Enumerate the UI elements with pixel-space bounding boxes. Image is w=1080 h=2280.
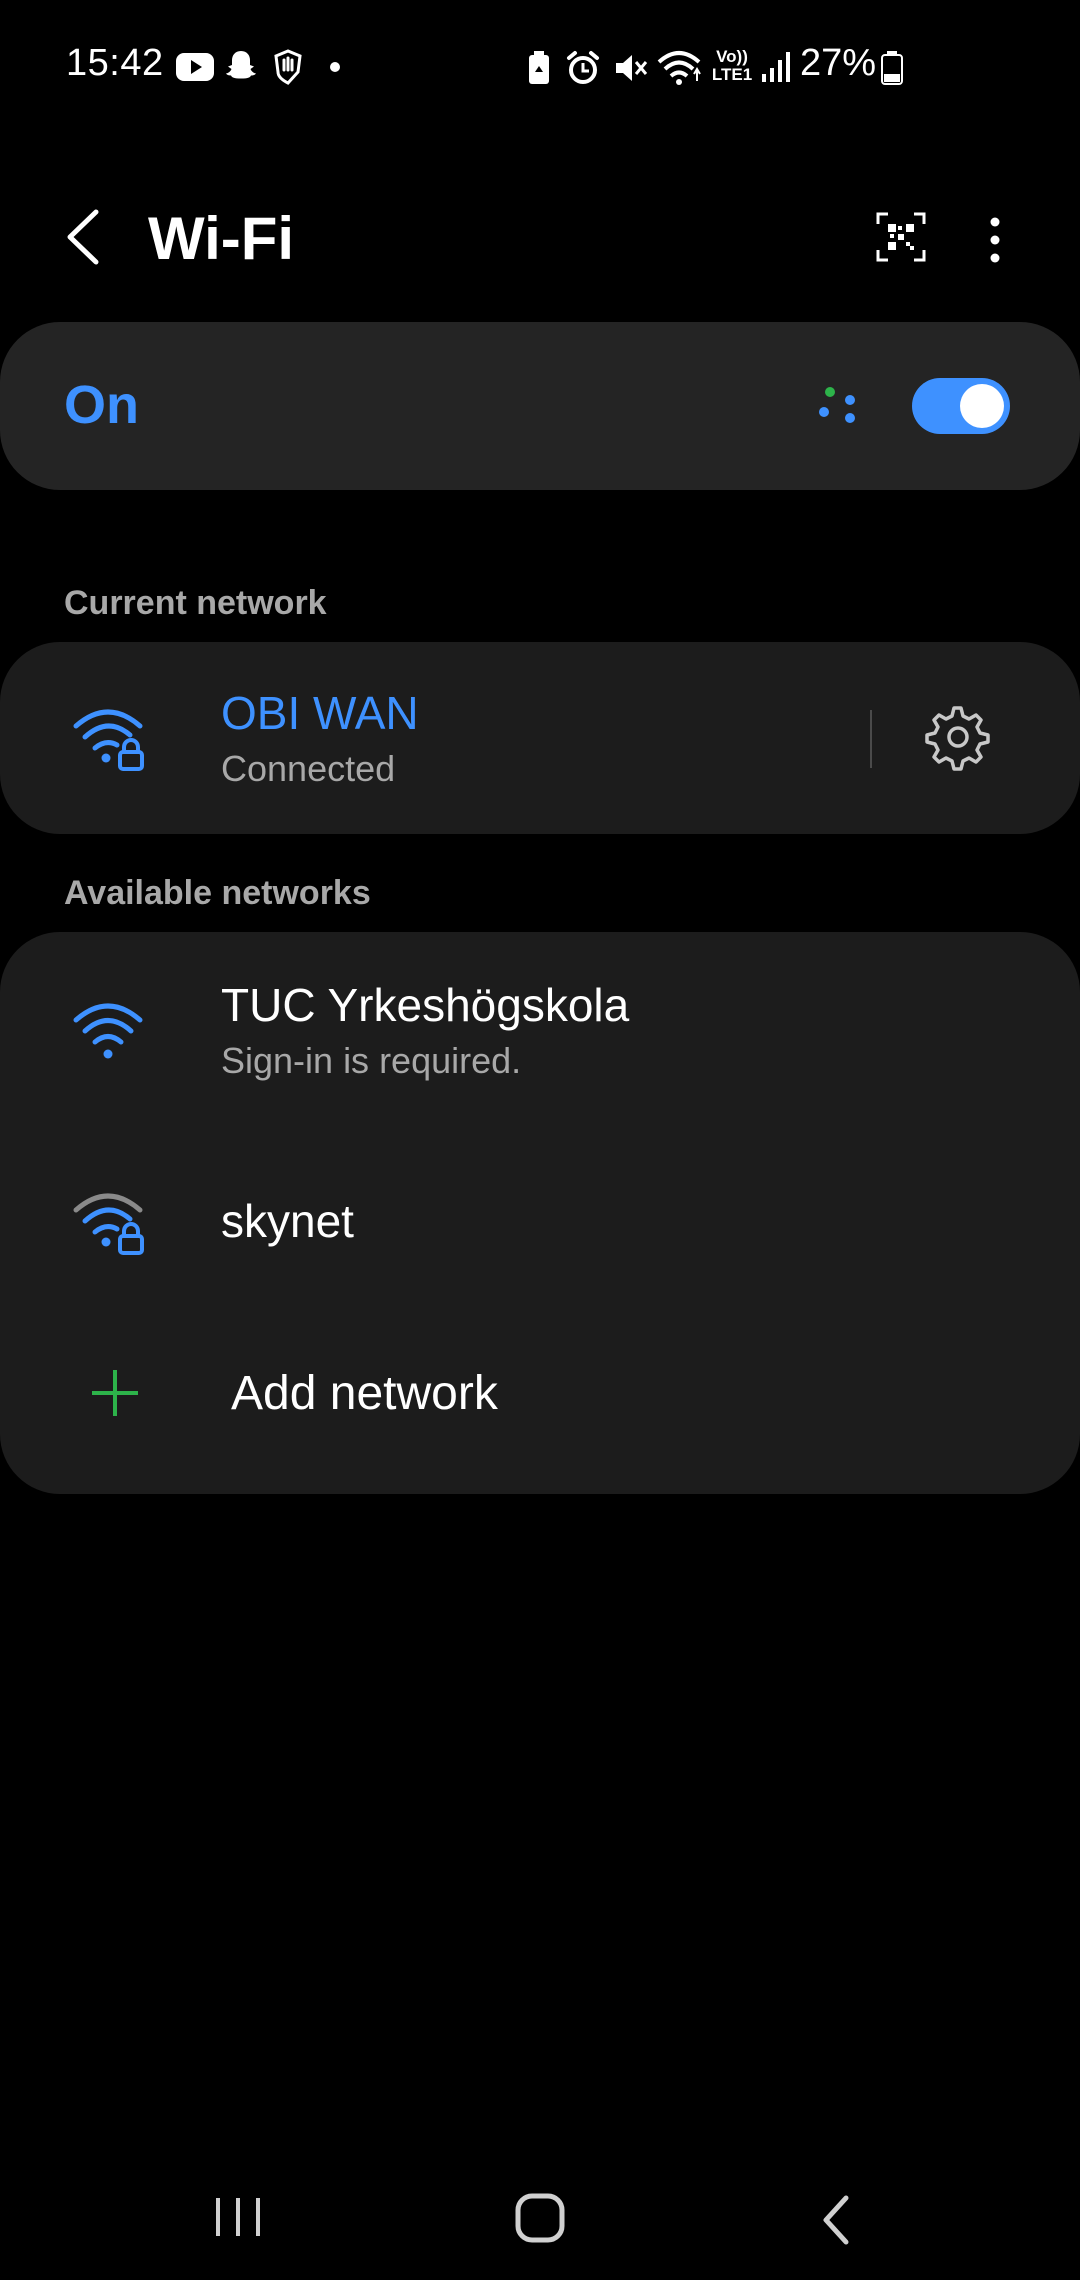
available-networks-card: TUC Yrkeshögskola Sign-in is required. s… <box>0 932 1080 1494</box>
available-networks-header: Available networks <box>64 874 371 912</box>
plus-icon <box>92 1370 138 1416</box>
network-name: skynet <box>221 1195 354 1247</box>
battery-percent: 27% <box>800 42 877 84</box>
qr-scanner-icon[interactable] <box>876 212 926 262</box>
page-title: Wi-Fi <box>148 205 295 272</box>
nav-back-icon[interactable] <box>812 2192 862 2248</box>
toggle-knob <box>960 384 1004 428</box>
wifi-icon <box>657 51 701 85</box>
back-arrow-icon[interactable] <box>56 202 116 272</box>
network-name: TUC Yrkeshögskola <box>221 979 630 1031</box>
network-row-skynet[interactable]: skynet <box>0 1132 1080 1312</box>
current-network-status: Connected <box>221 748 396 789</box>
alarm-icon <box>567 51 599 84</box>
status-time: 15:42 <box>66 42 164 84</box>
hand-icon <box>274 49 302 85</box>
youtube-icon <box>176 53 214 81</box>
add-network-label: Add network <box>231 1367 498 1420</box>
snapchat-icon <box>226 51 256 79</box>
more-vert-icon[interactable] <box>975 210 1015 270</box>
scanning-icon <box>819 387 855 423</box>
current-network-name: OBI WAN <box>221 687 419 739</box>
network-status: Sign-in is required. <box>221 1040 522 1081</box>
volte-icon: Vo)) LTE1 <box>709 48 755 88</box>
lte-text: LTE1 <box>711 65 753 84</box>
wifi-toggle-switch[interactable] <box>912 378 1010 434</box>
home-icon[interactable] <box>510 2190 570 2246</box>
gear-icon[interactable] <box>920 702 990 772</box>
current-network-card[interactable]: OBI WAN Connected <box>0 642 1080 834</box>
wifi-toggle-card[interactable]: On <box>0 322 1080 490</box>
dot-icon <box>330 62 340 72</box>
battery-icon <box>881 51 903 85</box>
volte-text: Vo)) <box>716 47 748 66</box>
current-network-header: Current network <box>64 584 327 622</box>
recents-icon[interactable] <box>208 2192 268 2242</box>
wifi-open-icon <box>73 1003 143 1059</box>
wifi-state-label: On <box>64 375 139 435</box>
status-bar: 15:42 Vo)) LTE1 27% <box>0 0 1080 140</box>
wifi-locked-weak-icon <box>73 1193 144 1255</box>
battery-saver-icon <box>529 51 549 84</box>
mute-icon <box>616 55 648 81</box>
divider <box>870 710 872 768</box>
network-row-tuc[interactable]: TUC Yrkeshögskola Sign-in is required. <box>0 932 1080 1132</box>
wifi-locked-icon <box>73 709 144 771</box>
signal-icon <box>762 52 790 82</box>
add-network-row[interactable]: Add network <box>0 1312 1080 1472</box>
